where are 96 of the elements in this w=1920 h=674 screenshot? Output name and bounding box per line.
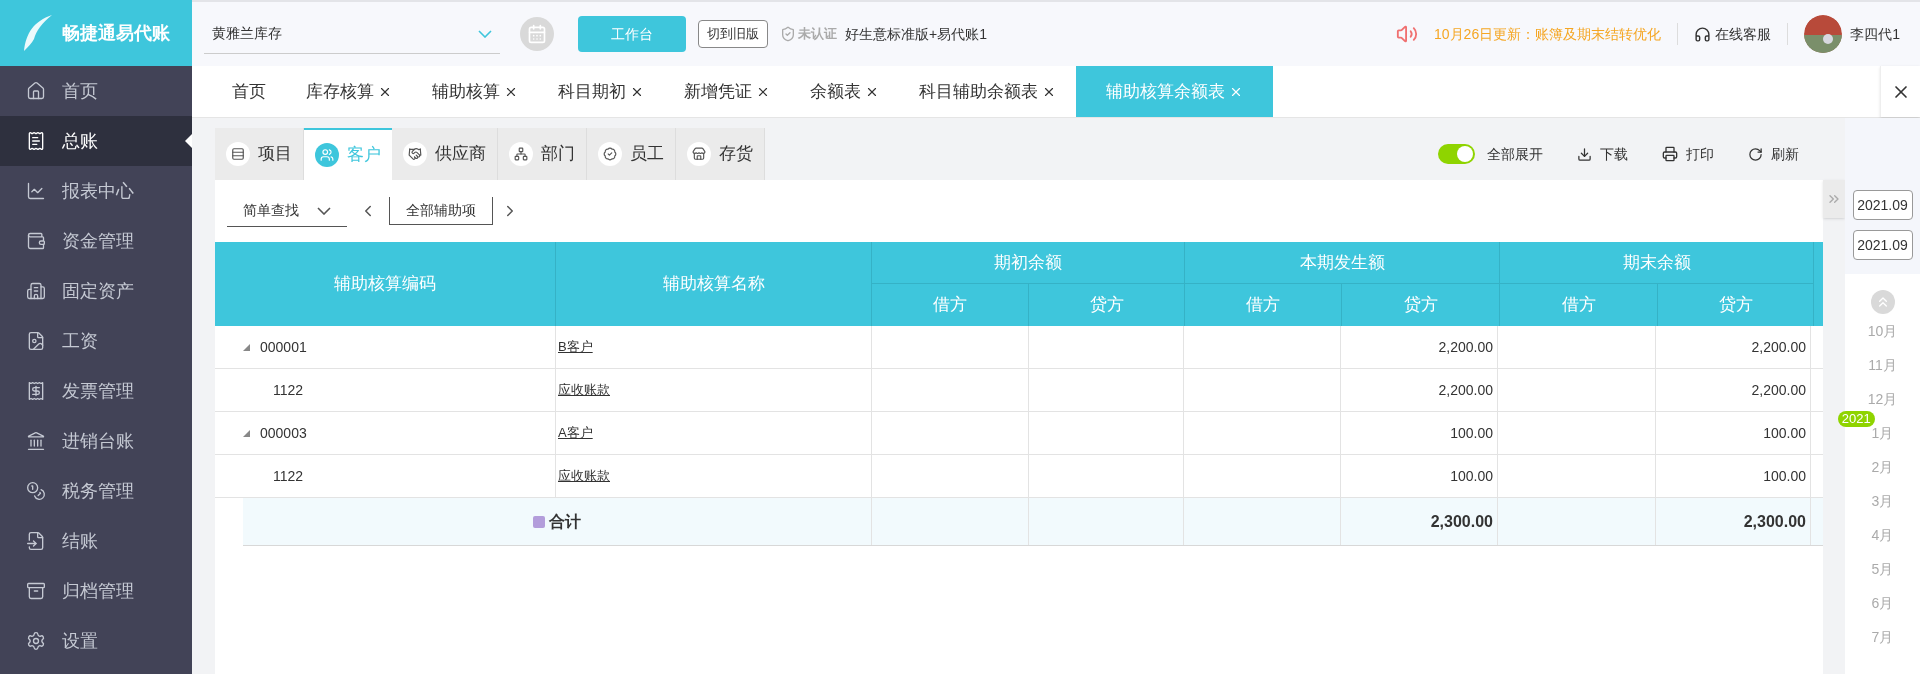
image-file-icon <box>26 331 46 351</box>
page-tab[interactable]: 科目辅助余额表 <box>899 66 1076 117</box>
sidebar-item[interactable]: 资金管理 <box>0 216 192 266</box>
product-name: 好生意标准版+易代账1 <box>845 24 987 44</box>
expand-all-label: 全部展开 <box>1487 144 1543 164</box>
download-icon <box>1577 146 1592 162</box>
list-icon <box>231 147 245 161</box>
amount-cell-text: 2,200.00 <box>1438 380 1493 400</box>
old-version-button[interactable]: 切到旧版 <box>698 20 768 48</box>
building-icon <box>26 281 46 301</box>
sidebar-item[interactable]: 结账 <box>0 516 192 566</box>
sum-icon <box>533 515 545 528</box>
home-icon <box>26 81 46 101</box>
sidebar-item[interactable]: 税务管理 <box>0 466 192 516</box>
column-header: 贷方 <box>1088 294 1125 317</box>
archive-icon <box>26 581 46 601</box>
sidebar-item[interactable]: 固定资产 <box>0 266 192 316</box>
headset-icon <box>1694 25 1712 43</box>
total-label: 合计 <box>549 511 581 532</box>
column-group-header: 期末余额 <box>1500 242 1813 284</box>
company-select[interactable]: 黄雅兰库存 <box>204 14 500 54</box>
users-icon <box>320 148 334 162</box>
refresh-button[interactable]: 刷新 <box>1748 143 1799 165</box>
code-cell-text: 1122 <box>273 466 304 486</box>
receipt-icon <box>26 381 46 401</box>
end-period-field[interactable]: 2021.09 <box>1852 230 1913 260</box>
chevron-down-icon <box>317 206 331 215</box>
column-header: 借方 <box>872 284 1029 326</box>
code-cell-text: 1122 <box>273 380 304 400</box>
print-button[interactable]: 打印 <box>1662 143 1714 165</box>
sidebar-item[interactable]: 报表中心 <box>0 166 192 216</box>
amount-cell-text: 100.00 <box>1763 423 1806 443</box>
column-header: 贷方 <box>1402 294 1439 317</box>
column-group-header: 期初余额 <box>872 242 1184 284</box>
wallet-icon <box>26 231 46 251</box>
code-cell-text: 000003 <box>260 423 307 443</box>
network-icon <box>514 147 528 161</box>
column-header: 辅助核算名称 <box>556 242 872 326</box>
bank-icon <box>26 431 46 451</box>
expand-toggle-icon[interactable] <box>243 343 250 351</box>
store-icon <box>692 147 706 161</box>
total-amount-cell-text: 2,300.00 <box>1743 511 1806 532</box>
expand-all-switch[interactable] <box>1438 144 1475 164</box>
name-link[interactable]: A客户 <box>558 423 593 443</box>
sidebar-item[interactable]: 设置 <box>0 616 192 666</box>
page-tab[interactable]: 辅助核算 <box>412 66 538 117</box>
user-name[interactable]: 李四代1 <box>1850 23 1900 45</box>
receipt-icon <box>26 131 46 151</box>
download-button[interactable]: 下载 <box>1577 143 1628 165</box>
amount-cell-text: 100.00 <box>1763 466 1806 486</box>
sidebar-item[interactable]: 首页 <box>0 66 192 116</box>
line-chart-icon <box>26 181 46 201</box>
column-header: 辅助核算编码 <box>215 242 556 326</box>
sidebar-item[interactable]: 总账 <box>0 116 192 166</box>
selected-pointer-icon <box>185 134 192 148</box>
chevron-down-icon <box>478 29 492 38</box>
file-input-icon <box>26 531 46 551</box>
amount-cell-text: 100.00 <box>1450 423 1493 443</box>
support-link[interactable]: 在线客服 <box>1715 23 1772 45</box>
column-group-header: 本期发生额 <box>1185 242 1499 284</box>
printer-icon <box>1662 146 1678 162</box>
total-amount-cell-text: 2,300.00 <box>1430 511 1493 532</box>
page-tab[interactable]: 首页 <box>212 66 286 117</box>
sidebar-item[interactable]: 归档管理 <box>0 566 192 616</box>
page-tab[interactable]: 科目期初 <box>538 66 664 117</box>
year-badge: 2021 <box>1837 411 1875 427</box>
page-tab[interactable]: 库存核算 <box>286 66 412 117</box>
coins-icon <box>26 481 46 501</box>
page-tab[interactable]: 新增凭证 <box>664 66 790 117</box>
column-header: 借方 <box>1185 284 1342 326</box>
column-header: 贷方 <box>1717 294 1754 317</box>
handshake-icon <box>408 147 422 161</box>
shield-icon <box>780 26 796 42</box>
column-header: 借方 <box>1500 284 1658 326</box>
search-mode-select[interactable]: 简单查找 <box>227 195 347 227</box>
amount-cell-text: 2,200.00 <box>1438 337 1493 357</box>
amount-cell-text: 2,200.00 <box>1751 380 1806 400</box>
expand-toggle-icon[interactable] <box>243 429 250 437</box>
sidebar-item[interactable]: 发票管理 <box>0 366 192 416</box>
sidebar-item[interactable]: 工资 <box>0 316 192 366</box>
speaker-icon <box>1396 23 1419 45</box>
aux-item-select[interactable]: 全部辅助项 <box>389 197 493 225</box>
refresh-icon <box>1748 146 1763 162</box>
amount-cell-text: 2,200.00 <box>1751 337 1806 357</box>
name-link[interactable]: B客户 <box>558 337 593 357</box>
logo-text: 畅捷通易代账 <box>62 21 170 45</box>
settings-icon <box>26 631 46 651</box>
amount-cell-text: 100.00 <box>1450 466 1493 486</box>
name-link[interactable]: 应收账款 <box>558 380 610 400</box>
certification-status: 未认证 <box>798 25 837 44</box>
badge-icon <box>603 147 617 161</box>
sidebar-item[interactable]: 进销台账 <box>0 416 192 466</box>
start-period-field[interactable]: 2021.09 <box>1852 190 1913 220</box>
code-cell-text: 000001 <box>260 337 307 357</box>
name-link[interactable]: 应收账款 <box>558 466 610 486</box>
page-tab[interactable]: 余额表 <box>790 66 899 117</box>
